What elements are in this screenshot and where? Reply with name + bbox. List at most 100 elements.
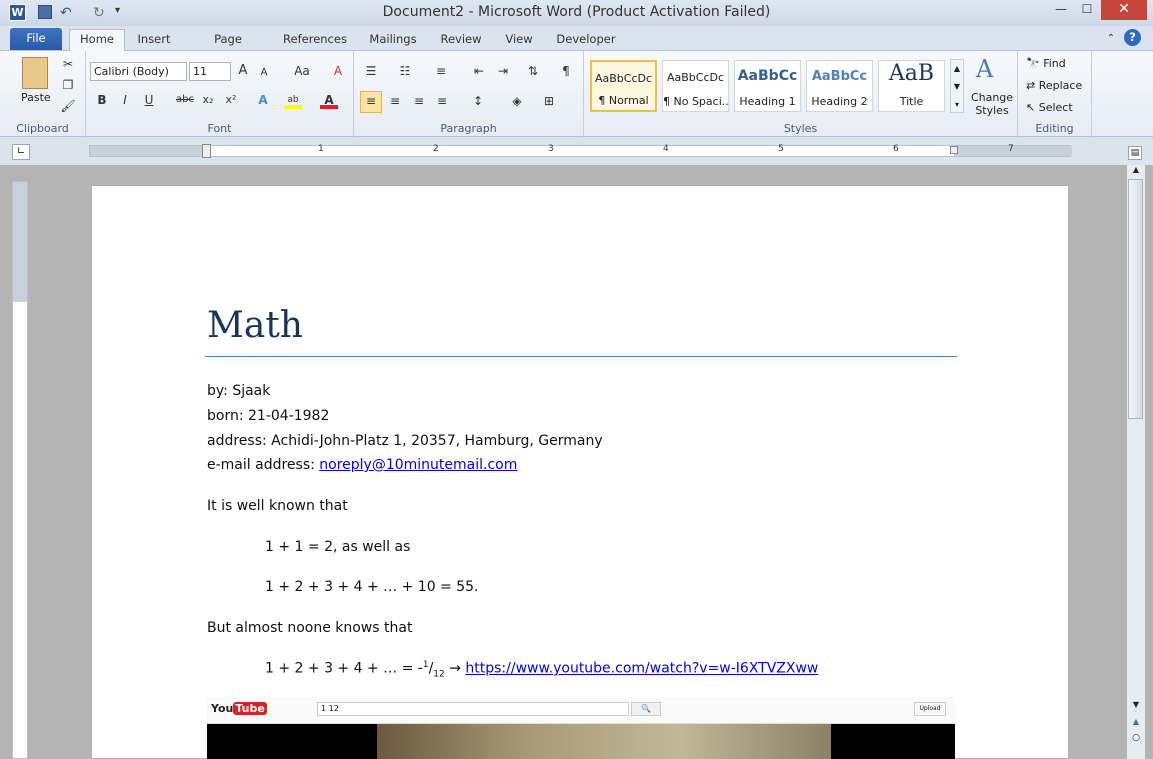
find-icon: 🔭 bbox=[1026, 57, 1040, 70]
style-normal[interactable]: AaBbCcDc ¶ Normal bbox=[590, 60, 657, 112]
show-formatting-button[interactable]: ¶ bbox=[557, 62, 575, 80]
maximize-button[interactable]: ☐ bbox=[1074, 0, 1100, 20]
tab-developer[interactable]: Developer bbox=[555, 30, 617, 51]
vertical-ruler-margin bbox=[13, 182, 27, 302]
clipboard-label: Clipboard bbox=[16, 122, 69, 135]
borders-icon[interactable]: ⊞ bbox=[540, 92, 558, 110]
copy-icon[interactable]: ❐ bbox=[59, 76, 77, 94]
subscript-button[interactable]: x₂ bbox=[199, 91, 217, 109]
embedded-youtube-screenshot: You Tube 1 12 🔍 Upload bbox=[207, 697, 955, 759]
underline-button[interactable]: U bbox=[140, 91, 158, 109]
minimize-ribbon-icon[interactable]: ⌃ bbox=[1104, 30, 1118, 51]
numbering-icon[interactable]: ☷ bbox=[396, 62, 414, 80]
increase-indent-icon[interactable]: ⇥ bbox=[494, 62, 512, 80]
equation-1: 1 + 1 = 2, as well as bbox=[265, 539, 411, 555]
paste-icon[interactable] bbox=[22, 57, 48, 89]
tab-mailings[interactable]: Mailings bbox=[366, 30, 420, 51]
document-page[interactable]: Math by: Sjaak born: 21-04-1982 address:… bbox=[91, 185, 1069, 759]
style-heading-1[interactable]: AaBbCc Heading 1 bbox=[734, 60, 801, 112]
align-left-icon[interactable]: ≡ bbox=[360, 91, 382, 113]
right-indent-marker[interactable] bbox=[950, 146, 958, 154]
tab-file[interactable]: File bbox=[10, 28, 62, 50]
shrink-font-icon[interactable]: A bbox=[255, 64, 273, 82]
format-painter-icon[interactable]: 🖌 bbox=[59, 97, 77, 115]
author-line: by: Sjaak bbox=[207, 383, 271, 399]
title-bar: W ↶ ↻ ▾ Document2 - Microsoft Word (Prod… bbox=[0, 0, 1153, 26]
change-case-icon[interactable]: Aa bbox=[289, 62, 315, 80]
youtube-logo-you: You bbox=[211, 702, 234, 715]
align-center-icon[interactable]: ≡ bbox=[386, 92, 404, 110]
minimize-button[interactable]: — bbox=[1048, 0, 1074, 20]
vertical-scrollbar[interactable]: ▲ ▼ ▲ ○ bbox=[1127, 165, 1145, 759]
align-right-icon[interactable]: ≡ bbox=[410, 92, 428, 110]
shading-icon[interactable]: ◈ bbox=[508, 92, 526, 110]
cut-icon[interactable]: ✂ bbox=[59, 55, 77, 73]
decrease-indent-icon[interactable]: ⇤ bbox=[470, 62, 488, 80]
style-label: ¶ Normal bbox=[598, 94, 649, 107]
italic-button[interactable]: I bbox=[116, 91, 134, 109]
paste-button[interactable]: Paste bbox=[21, 91, 51, 104]
font-color-icon[interactable]: A bbox=[320, 91, 338, 109]
text-effects-icon[interactable]: A bbox=[254, 91, 272, 109]
style-preview: AaBbCc bbox=[811, 69, 868, 84]
select-icon: ↖ bbox=[1026, 101, 1036, 114]
style-heading-2[interactable]: AaBbCc Heading 2 bbox=[806, 60, 873, 112]
prev-page-icon[interactable]: ▲ bbox=[1127, 717, 1145, 729]
tab-references[interactable]: References bbox=[282, 30, 348, 51]
font-name-combo[interactable]: Calibri (Body) bbox=[90, 62, 187, 81]
multilevel-list-icon[interactable]: ≡ bbox=[432, 62, 450, 80]
scroll-down-icon[interactable]: ▼ bbox=[1127, 700, 1145, 712]
email-link[interactable]: noreply@10minutemail.com bbox=[319, 457, 517, 473]
ruler-number: 1 bbox=[318, 144, 324, 154]
sort-icon[interactable]: ⇅ bbox=[524, 62, 542, 80]
clear-formatting-icon[interactable]: A bbox=[329, 62, 347, 80]
replace-button[interactable]: ⇄ Replace bbox=[1026, 79, 1082, 92]
youtube-logo: You Tube bbox=[211, 702, 267, 715]
tab-selector-icon[interactable]: ∟ bbox=[12, 144, 30, 160]
find-button[interactable]: 🔭 Find bbox=[1026, 57, 1066, 70]
font-label: Font bbox=[207, 122, 232, 135]
justify-icon[interactable]: ≡ bbox=[433, 92, 451, 110]
indent-marker[interactable] bbox=[202, 144, 211, 158]
vertical-ruler[interactable] bbox=[12, 181, 28, 759]
style-no-spacing[interactable]: AaBbCcDc ¶ No Spaci... bbox=[662, 60, 729, 112]
style-label: Heading 1 bbox=[739, 95, 796, 108]
scroll-up-icon[interactable]: ▲ bbox=[1127, 165, 1145, 177]
horizontal-ruler[interactable]: ∟ 1 2 3 4 5 6 7 ▤ bbox=[0, 137, 1153, 165]
but-text: But almost noone knows that bbox=[207, 620, 413, 636]
style-title[interactable]: AaB Title bbox=[878, 60, 945, 112]
bullets-icon[interactable]: ☰ bbox=[362, 62, 380, 80]
change-styles-icon[interactable]: A bbox=[976, 55, 993, 83]
born-line: born: 21-04-1982 bbox=[207, 408, 330, 424]
ruler-bar[interactable]: 1 2 3 4 5 6 7 bbox=[89, 144, 1072, 158]
tab-view[interactable]: View bbox=[502, 30, 536, 51]
tab-home[interactable]: Home bbox=[69, 29, 125, 51]
strikethrough-button[interactable]: abc bbox=[174, 91, 196, 109]
replace-icon: ⇄ bbox=[1026, 79, 1036, 92]
change-styles-button[interactable]: Change Styles bbox=[970, 91, 1014, 117]
intro-text: It is well known that bbox=[207, 498, 348, 514]
highlight-color-icon[interactable]: ab bbox=[284, 91, 302, 109]
superscript-button[interactable]: x² bbox=[222, 91, 240, 109]
style-label: Title bbox=[899, 95, 924, 108]
tab-page-layout[interactable]: Page Layout bbox=[193, 30, 263, 64]
styles-scroll-icon[interactable]: ▲ ▼ ▾ bbox=[950, 59, 964, 113]
tab-insert[interactable]: Insert bbox=[134, 30, 174, 51]
view-ruler-icon[interactable]: ▤ bbox=[1128, 146, 1142, 160]
line-spacing-icon[interactable]: ↕ bbox=[469, 92, 487, 110]
help-icon[interactable]: ? bbox=[1124, 29, 1141, 46]
equation-3-prefix: 1 + 2 + 3 + 4 + … = - bbox=[265, 660, 423, 677]
select-button[interactable]: ↖ Select bbox=[1026, 101, 1073, 114]
tab-review[interactable]: Review bbox=[438, 30, 484, 51]
font-group: Calibri (Body) 11 A A Aa A B I U abc x₂ … bbox=[86, 51, 354, 137]
bold-button[interactable]: B bbox=[93, 91, 111, 109]
replace-label: Replace bbox=[1038, 79, 1083, 92]
scrollbar-thumb[interactable] bbox=[1128, 179, 1143, 419]
close-button[interactable]: ✕ bbox=[1101, 0, 1147, 20]
font-size-combo[interactable]: 11 bbox=[189, 62, 231, 81]
arrow-icon: → bbox=[449, 660, 461, 677]
grow-font-icon[interactable]: A bbox=[234, 62, 252, 80]
video-still bbox=[377, 724, 831, 759]
youtube-link[interactable]: https://www.youtube.com/watch?v=w-I6XTVZ… bbox=[465, 661, 818, 677]
select-browse-object-icon[interactable]: ○ bbox=[1127, 733, 1145, 745]
